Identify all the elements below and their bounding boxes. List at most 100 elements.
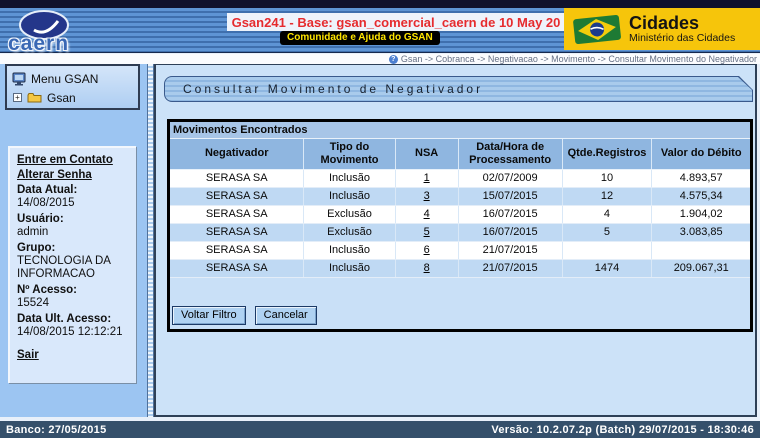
table-cell: 16/07/2015 — [458, 223, 562, 241]
table-cell: Exclusão — [304, 223, 395, 241]
tree-expand-icon[interactable]: + — [13, 93, 22, 102]
session-info-item: Data Atual:14/08/2015 — [17, 184, 129, 210]
table-cell: 02/07/2009 — [458, 169, 562, 187]
breadcrumb: Gsan -> Cobranca -> Negativacao -> Movim… — [401, 54, 757, 64]
column-header: Valor do Débito — [652, 139, 750, 169]
table-cell: 3 — [395, 187, 458, 205]
info-value: 15524 — [17, 297, 129, 310]
info-value: 14/08/2015 12:12:21 — [17, 326, 129, 339]
table-cell: Inclusão — [304, 187, 395, 205]
cancel-button[interactable]: Cancelar — [255, 306, 317, 325]
base-title-strip: Gsan241 - Base: gsan_comercial_caern de … — [227, 13, 565, 31]
tree-node-gsan[interactable]: + Gsan — [12, 88, 133, 107]
table-cell: 5 — [562, 223, 652, 241]
back-filter-button[interactable]: Voltar Filtro — [172, 306, 246, 325]
ministry-title: Cidades — [629, 14, 735, 32]
info-value: 14/08/2015 — [17, 197, 129, 210]
table-cell: 4 — [395, 205, 458, 223]
contact-link[interactable]: Entre em Contato — [17, 154, 129, 166]
page-title-bar: Consultar Movimento de Negativador — [164, 76, 753, 102]
table-cell: 5 — [395, 223, 458, 241]
info-label: Usuário: — [17, 213, 129, 226]
info-value: TECNOLOGIA DA INFORMACAO — [17, 255, 129, 281]
table-row: SERASA SAExclusão516/07/201553.083,85 — [170, 223, 750, 241]
session-info-item: Usuário:admin — [17, 213, 129, 239]
table-cell: Inclusão — [304, 169, 395, 187]
gsan-app-window: caern Gsan241 - Base: gsan_comercial_cae… — [0, 0, 760, 438]
community-help-link[interactable]: Comunidade e Ajuda do GSAN — [280, 31, 440, 45]
nsa-link[interactable]: 8 — [424, 262, 430, 274]
caern-logo: caern — [6, 8, 126, 58]
brazil-flag-icon — [572, 14, 622, 44]
table-cell — [652, 241, 750, 259]
table-cell: Inclusão — [304, 259, 395, 277]
info-label: Data Atual: — [17, 184, 129, 197]
folder-icon — [27, 92, 42, 103]
table-cell: 4.575,34 — [652, 187, 750, 205]
table-cell: 4 — [562, 205, 652, 223]
logout-link[interactable]: Sair — [17, 349, 129, 361]
table-cell — [562, 241, 652, 259]
table-cell: SERASA SA — [170, 259, 304, 277]
table-row: SERASA SAInclusão102/07/2009104.893,57 — [170, 169, 750, 187]
column-header: NSA — [395, 139, 458, 169]
nsa-link[interactable]: 5 — [424, 226, 430, 238]
page-title: Consultar Movimento de Negativador — [165, 82, 483, 96]
nsa-link[interactable]: 3 — [424, 190, 430, 202]
table-row: SERASA SAInclusão315/07/2015124.575,34 — [170, 187, 750, 205]
table-row: SERASA SAInclusão621/07/2015 — [170, 241, 750, 259]
sidebar-splitter[interactable] — [147, 64, 154, 417]
nsa-link[interactable]: 1 — [424, 172, 430, 184]
table-cell: 10 — [562, 169, 652, 187]
info-label: Nº Acesso: — [17, 284, 129, 297]
info-label: Data Ult. Acesso: — [17, 313, 129, 326]
table-cell: SERASA SA — [170, 187, 304, 205]
table-header-row: NegativadorTipo do MovimentoNSAData/Hora… — [170, 139, 750, 169]
column-header: Tipo do Movimento — [304, 139, 395, 169]
tree-node-gsan-label: Gsan — [47, 91, 76, 105]
table-cell: 6 — [395, 241, 458, 259]
results-caption: Movimentos Encontrados — [170, 122, 750, 139]
results-container: Movimentos Encontrados NegativadorTipo d… — [167, 119, 753, 332]
caern-logo-text: caern — [8, 32, 69, 56]
session-info-item: Nº Acesso:15524 — [17, 284, 129, 310]
column-header: Data/Hora de Processamento — [458, 139, 562, 169]
ministry-text: Cidades Ministério das Cidades — [629, 14, 735, 44]
main-panel: Consultar Movimento de Negativador Movim… — [154, 64, 757, 417]
table-cell: 15/07/2015 — [458, 187, 562, 205]
info-value: admin — [17, 226, 129, 239]
status-version: Versão: 10.2.07.2p (Batch) 29/07/2015 - … — [491, 424, 754, 436]
session-info-item: Grupo:TECNOLOGIA DA INFORMACAO — [17, 242, 129, 281]
status-bank-date: Banco: 27/05/2015 — [6, 424, 107, 436]
table-cell: 1 — [395, 169, 458, 187]
menu-gsan-box: Menu GSAN + Gsan — [5, 64, 140, 110]
action-buttons: Voltar Filtro Cancelar — [172, 306, 317, 325]
change-password-link[interactable]: Alterar Senha — [17, 169, 129, 181]
table-row: SERASA SAExclusão416/07/201541.904,02 — [170, 205, 750, 223]
session-info-item: Data Ult. Acesso:14/08/2015 12:12:21 — [17, 313, 129, 339]
table-cell: 3.083,85 — [652, 223, 750, 241]
status-bar: Banco: 27/05/2015 Versão: 10.2.07.2p (Ba… — [0, 421, 760, 438]
session-info-list: Data Atual:14/08/2015 Usuário:admin Grupo:… — [17, 184, 129, 339]
table-cell: 1.904,02 — [652, 205, 750, 223]
info-label: Grupo: — [17, 242, 129, 255]
sidebar: Menu GSAN + Gsan Entre em Contato Altera… — [0, 64, 147, 417]
menu-gsan-header: Menu GSAN — [12, 69, 133, 88]
computer-icon — [12, 72, 26, 86]
table-cell: 16/07/2015 — [458, 205, 562, 223]
column-header: Negativador — [170, 139, 304, 169]
table-cell: 8 — [395, 259, 458, 277]
table-cell: Exclusão — [304, 205, 395, 223]
nsa-link[interactable]: 4 — [424, 208, 430, 220]
header-band: caern Gsan241 - Base: gsan_comercial_cae… — [0, 8, 760, 53]
table-cell: Inclusão — [304, 241, 395, 259]
base-title-text: Gsan241 - Base: gsan_comercial_caern de … — [232, 15, 561, 30]
table-cell: SERASA SA — [170, 205, 304, 223]
help-icon: ? — [389, 55, 398, 64]
table-cell: 209.067,31 — [652, 259, 750, 277]
table-cell: 21/07/2015 — [458, 259, 562, 277]
table-cell: 4.893,57 — [652, 169, 750, 187]
table-row: SERASA SAInclusão821/07/20151474209.067,… — [170, 259, 750, 277]
column-header: Qtde.Registros — [562, 139, 652, 169]
nsa-link[interactable]: 6 — [424, 244, 430, 256]
